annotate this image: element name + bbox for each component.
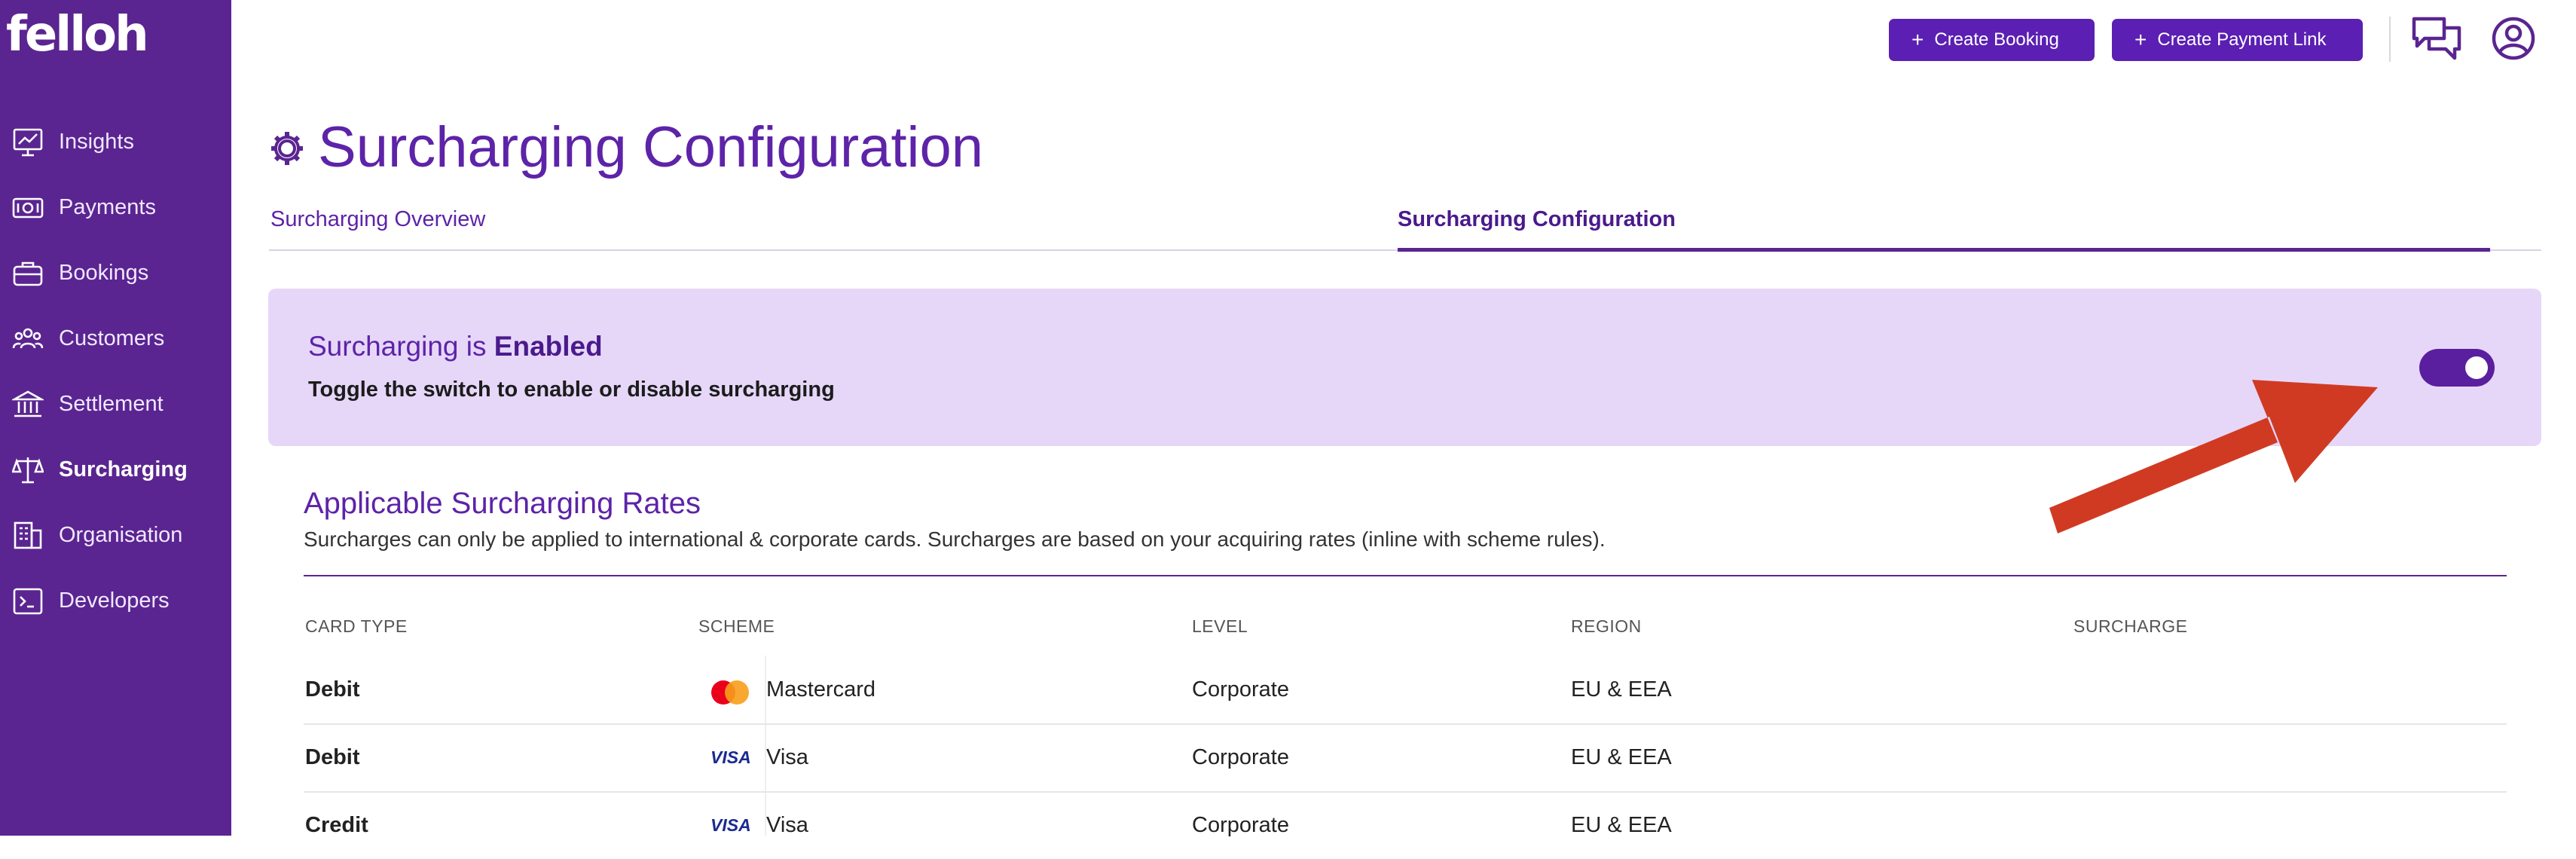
customers-icon <box>12 328 44 349</box>
building-icon <box>14 521 42 549</box>
chat-icon[interactable] <box>2411 14 2464 64</box>
scales-icon <box>12 457 44 484</box>
sidebar-item-label: Settlement <box>59 392 163 416</box>
sidebar-item-bookings[interactable]: Bookings <box>0 240 231 306</box>
visa-icon: VISA <box>710 747 751 767</box>
visa-icon: VISA <box>710 815 751 835</box>
sidebar-item-settlement[interactable]: Settlement <box>0 371 231 437</box>
create-booking-button[interactable]: + Create Booking <box>1889 19 2095 61</box>
sidebar-item-payments[interactable]: Payments <box>0 175 231 240</box>
region-cell: EU & EEA <box>1571 677 1672 702</box>
sidebar-item-developers[interactable]: Developers <box>0 568 231 634</box>
region-cell: EU & EEA <box>1571 813 1672 837</box>
payments-icon <box>12 197 44 219</box>
sidebar-item-insights[interactable]: Insights <box>0 109 231 175</box>
table-row: Credit VISA Visa Corporate EU & EEA <box>304 791 2507 859</box>
column-header-region: REGION <box>1571 616 1642 636</box>
terminal-icon <box>13 588 43 615</box>
surcharging-status-banner: Surcharging is Enabled Toggle the switch… <box>268 289 2541 446</box>
card-type-cell: Debit <box>305 745 360 769</box>
column-header-level: LEVEL <box>1192 616 1248 636</box>
sidebar-item-label: Bookings <box>59 261 149 285</box>
column-header-scheme: SCHEME <box>698 616 775 636</box>
plus-icon: + <box>2134 28 2147 51</box>
column-header-card-type: CARD TYPE <box>305 616 408 636</box>
sidebar-item-label: Customers <box>59 326 165 350</box>
toggle-knob <box>2465 356 2488 379</box>
rates-description: Surcharges can only be applied to intern… <box>304 527 1606 551</box>
create-payment-link-button[interactable]: + Create Payment Link <box>2112 19 2363 61</box>
region-cell: EU & EEA <box>1571 745 1672 769</box>
sidebar-item-customers[interactable]: Customers <box>0 306 231 371</box>
plus-icon: + <box>1911 28 1924 51</box>
level-cell: Corporate <box>1192 813 1289 837</box>
card-type-cell: Debit <box>305 677 360 702</box>
sidebar-item-label: Payments <box>59 195 156 219</box>
table-row: Debit Mastercard Corporate EU & EEA <box>304 656 2507 725</box>
table-row: Debit VISA Visa Corporate EU & EEA <box>304 723 2507 793</box>
status-prefix: Surcharging is <box>308 331 487 362</box>
tab-surcharging-overview[interactable]: Surcharging Overview <box>270 207 485 232</box>
scheme-cell: Mastercard <box>766 677 876 702</box>
page-title: Surcharging Configuration <box>318 115 983 179</box>
bank-icon <box>12 390 44 417</box>
status-value: Enabled <box>494 331 603 362</box>
scheme-cell: Visa <box>766 745 808 769</box>
sidebar-item-label: Insights <box>59 130 134 154</box>
level-cell: Corporate <box>1192 677 1289 702</box>
sidebar-item-label: Organisation <box>59 523 183 547</box>
sidebar: felloh Insights Payments Bookings Custom… <box>0 0 231 836</box>
level-cell: Corporate <box>1192 745 1289 769</box>
tab-surcharging-configuration[interactable]: Surcharging Configuration <box>1398 207 1676 232</box>
sidebar-item-label: Surcharging <box>59 457 188 481</box>
column-header-surcharge: SURCHARGE <box>2073 616 2188 636</box>
rates-title: Applicable Surcharging Rates <box>304 487 701 520</box>
surcharging-status-title: Surcharging is Enabled <box>308 331 603 362</box>
sidebar-item-organisation[interactable]: Organisation <box>0 503 231 568</box>
sidebar-nav: Insights Payments Bookings Customers Set… <box>0 109 231 634</box>
felloh-logo[interactable]: felloh <box>6 11 149 59</box>
card-type-cell: Credit <box>305 813 368 837</box>
account-icon[interactable] <box>2491 16 2536 61</box>
scheme-cell: Visa <box>766 813 808 837</box>
status-subtitle: Toggle the switch to enable or disable s… <box>308 378 835 402</box>
active-tab-indicator <box>1398 248 2490 252</box>
surcharging-toggle[interactable] <box>2419 349 2495 387</box>
sidebar-item-surcharging[interactable]: Surcharging <box>0 437 231 503</box>
rates-divider <box>304 575 2507 576</box>
sidebar-item-label: Developers <box>59 588 170 613</box>
briefcase-icon <box>13 261 43 286</box>
create-payment-link-label: Create Payment Link <box>2157 29 2327 50</box>
gear-icon <box>271 132 303 165</box>
header-divider <box>2389 17 2391 62</box>
create-booking-label: Create Booking <box>1934 29 2059 50</box>
mastercard-icon <box>711 680 749 705</box>
chart-icon <box>13 128 43 157</box>
